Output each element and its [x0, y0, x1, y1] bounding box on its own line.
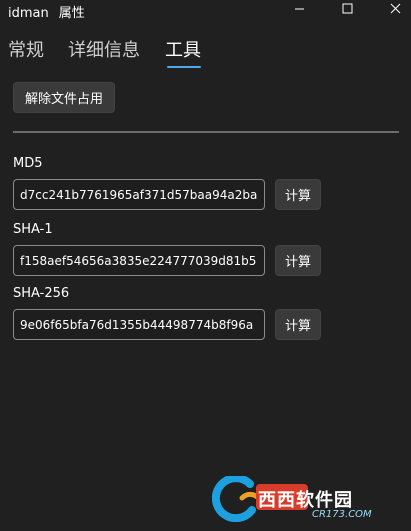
md5-label: MD5 — [13, 156, 43, 171]
watermark: 西西软件园 CR173.COM — [212, 474, 402, 524]
watermark-logo-icon — [212, 476, 262, 522]
sha1-field[interactable] — [13, 245, 265, 276]
section-divider — [13, 131, 399, 133]
tab-tools[interactable]: 工具 — [165, 36, 201, 62]
md5-field[interactable] — [13, 179, 265, 210]
unlock-file-button[interactable]: 解除文件占用 — [13, 82, 115, 113]
maximize-icon — [342, 3, 352, 13]
title-bar: idman 属性 — [0, 0, 411, 22]
tab-details[interactable]: 详细信息 — [68, 36, 140, 62]
window-caption: 属性 — [58, 6, 85, 21]
sha256-calculate-button[interactable]: 计算 — [275, 309, 321, 340]
minimize-icon — [294, 8, 304, 9]
tab-bar: 常规 详细信息 工具 — [0, 36, 411, 70]
selected-tab-indicator — [167, 66, 201, 68]
window-title: idman 属性 — [8, 2, 85, 21]
sha256-field[interactable] — [13, 309, 265, 340]
sha1-label: SHA-1 — [13, 222, 53, 237]
watermark-subtext: CR173.COM — [312, 509, 372, 520]
sha256-label: SHA-256 — [13, 286, 70, 301]
maximize-button[interactable] — [332, 0, 362, 16]
close-icon — [390, 3, 400, 13]
app-name: idman — [8, 6, 49, 21]
tab-general[interactable]: 常规 — [8, 36, 44, 62]
sha1-calculate-button[interactable]: 计算 — [275, 245, 321, 276]
md5-calculate-button[interactable]: 计算 — [275, 179, 321, 210]
minimize-button[interactable] — [284, 0, 314, 16]
close-button[interactable] — [380, 0, 410, 16]
